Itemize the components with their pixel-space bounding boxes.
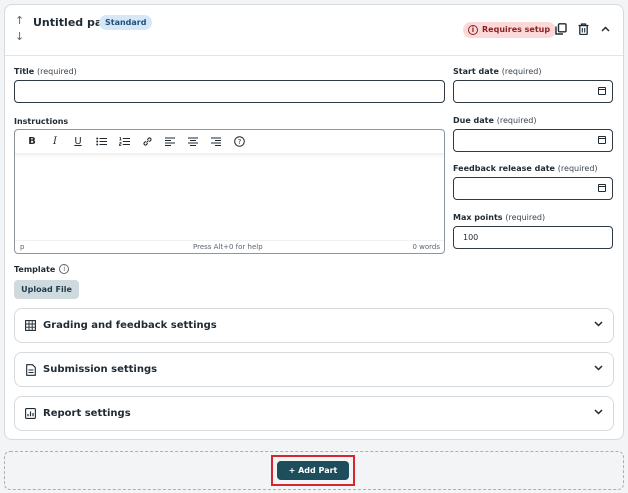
delete-icon[interactable] — [575, 21, 591, 37]
part-header: ↑ ↓ Untitled part Standard i Requires se… — [5, 5, 623, 56]
chevron-down-icon — [594, 319, 603, 330]
add-part-button[interactable]: + Add Part — [277, 461, 349, 480]
instructions-editor[interactable]: B I U ? p Press Alt+0 for help 0 words — [14, 129, 445, 254]
calendar-icon[interactable] — [598, 136, 606, 144]
element-path: p — [20, 243, 25, 251]
report-settings-accordion[interactable]: Report settings — [14, 396, 614, 431]
report-icon — [25, 408, 36, 419]
requires-setup-badge: i Requires setup — [463, 22, 557, 38]
calendar-icon[interactable] — [598, 184, 606, 192]
title-label: Title (required) — [14, 67, 77, 76]
chevron-down-icon — [594, 363, 603, 374]
move-up-icon[interactable]: ↑ — [15, 14, 24, 27]
copy-icon[interactable] — [553, 21, 569, 37]
underline-button[interactable]: U — [69, 134, 87, 150]
upload-file-button[interactable]: Upload File — [14, 280, 79, 299]
align-left-icon[interactable] — [161, 134, 179, 150]
due-date-input[interactable] — [453, 129, 613, 152]
align-right-icon[interactable] — [207, 134, 225, 150]
accordion-label: Grading and feedback settings — [43, 320, 217, 331]
move-down-icon[interactable]: ↓ — [15, 30, 24, 43]
feedback-date-label: Feedback release date (required) — [453, 164, 598, 173]
calendar-icon[interactable] — [598, 87, 606, 95]
help-icon[interactable]: ? — [230, 134, 248, 150]
info-icon: i — [468, 25, 478, 35]
template-label: Template i — [14, 264, 70, 274]
start-date-label: Start date (required) — [453, 67, 542, 76]
standard-badge: Standard — [99, 15, 153, 30]
bullet-list-icon[interactable] — [92, 134, 110, 150]
link-icon[interactable] — [138, 134, 156, 150]
due-date-label: Due date (required) — [453, 116, 537, 125]
numbered-list-icon[interactable] — [115, 134, 133, 150]
accordion-label: Submission settings — [43, 364, 158, 375]
editor-help-hint: Press Alt+0 for help — [193, 243, 263, 251]
chevron-down-icon — [594, 407, 603, 418]
grading-feedback-accordion[interactable]: Grading and feedback settings — [14, 308, 614, 343]
svg-text:?: ? — [237, 138, 241, 146]
word-count: 0 words — [412, 243, 440, 251]
info-icon[interactable]: i — [59, 264, 70, 274]
submission-settings-accordion[interactable]: Submission settings — [14, 352, 614, 387]
instructions-label: Instructions — [14, 117, 69, 126]
collapse-chevron-icon[interactable] — [597, 21, 613, 37]
requires-setup-label: Requires setup — [482, 25, 551, 34]
editor-toolbar: B I U ? — [15, 130, 444, 154]
accordion-label: Report settings — [43, 408, 131, 419]
bold-button[interactable]: B — [23, 134, 41, 150]
part-card: ↑ ↓ Untitled part Standard i Requires se… — [4, 4, 624, 440]
grid-icon — [25, 320, 36, 331]
max-points-label: Max points (required) — [453, 213, 546, 222]
feedback-date-input[interactable] — [453, 177, 613, 200]
max-points-input[interactable]: 100 — [453, 226, 613, 249]
document-icon — [25, 364, 36, 376]
italic-button[interactable]: I — [46, 134, 64, 150]
align-center-icon[interactable] — [184, 134, 202, 150]
start-date-input[interactable] — [453, 80, 613, 103]
title-input[interactable] — [14, 80, 445, 103]
editor-statusbar: p Press Alt+0 for help 0 words — [15, 240, 444, 253]
